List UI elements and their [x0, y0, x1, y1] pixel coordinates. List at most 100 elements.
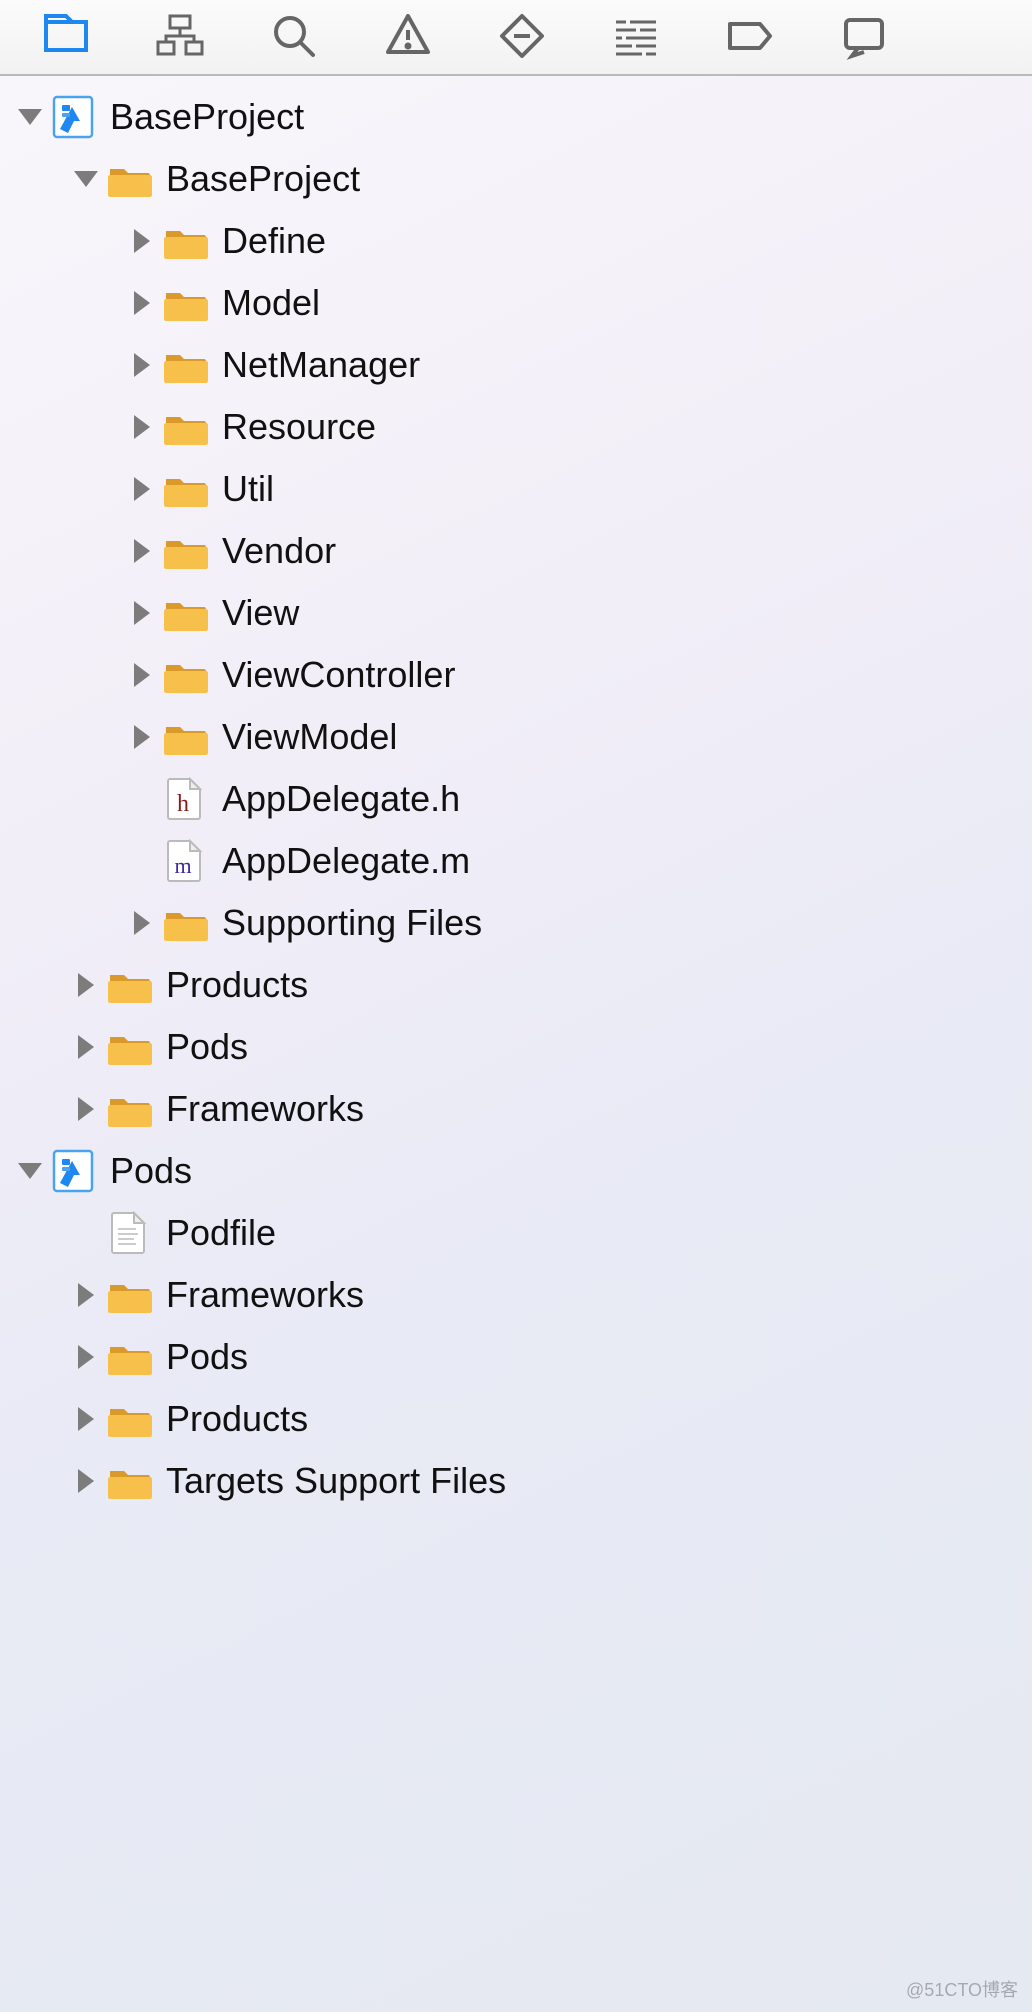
tree-item-label: Vendor [222, 530, 336, 572]
folder-icon [108, 1087, 152, 1131]
tree-item-label: Pods [166, 1336, 248, 1378]
tree-item-label: Targets Support Files [166, 1460, 506, 1502]
find-navigator-icon[interactable] [270, 12, 318, 60]
folder-icon [164, 715, 208, 759]
text-file-icon [108, 1211, 152, 1255]
tree-row[interactable]: AppDelegate.m [0, 830, 1032, 892]
folder-icon [164, 343, 208, 387]
disclosure-arrow-right-icon[interactable] [68, 967, 104, 1003]
tree-item-label: Supporting Files [222, 902, 482, 944]
disclosure-arrow-right-icon[interactable] [68, 1029, 104, 1065]
folder-icon [108, 1025, 152, 1069]
tree-item-label: NetManager [222, 344, 420, 386]
tree-item-label: Frameworks [166, 1274, 364, 1316]
tree-row[interactable]: Products [0, 954, 1032, 1016]
tree-row[interactable]: Pods [0, 1016, 1032, 1078]
folder-icon [164, 901, 208, 945]
disclosure-arrow-right-icon[interactable] [124, 905, 160, 941]
disclosure-arrow-right-icon[interactable] [124, 223, 160, 259]
tree-row[interactable]: Frameworks [0, 1264, 1032, 1326]
navigator-toolbar [0, 0, 1032, 76]
project-navigator-tree: BaseProject BaseProject Define Model NetMana… [0, 76, 1032, 1512]
tree-row[interactable]: ViewModel [0, 706, 1032, 768]
tree-row[interactable]: Model [0, 272, 1032, 334]
tree-item-label: Define [222, 220, 326, 262]
disclosure-arrow-right-icon[interactable] [68, 1277, 104, 1313]
tree-item-label: Pods [166, 1026, 248, 1068]
disclosure-arrow-right-icon[interactable] [68, 1463, 104, 1499]
m-file-icon [164, 839, 208, 883]
disclosure-arrow-right-icon[interactable] [124, 347, 160, 383]
xcodeproj-icon [52, 95, 96, 139]
tree-item-label: Model [222, 282, 320, 324]
tree-item-label: AppDelegate.h [222, 778, 460, 820]
folder-icon [164, 219, 208, 263]
tree-row[interactable]: Targets Support Files [0, 1450, 1032, 1512]
folder-icon [164, 529, 208, 573]
folder-icon [108, 1459, 152, 1503]
tree-item-label: ViewController [222, 654, 455, 696]
tree-item-label: Frameworks [166, 1088, 364, 1130]
tree-row[interactable]: Util [0, 458, 1032, 520]
disclosure-arrow-down-icon[interactable] [12, 99, 48, 135]
watermark-text: @51CTO博客 [906, 1976, 1018, 2002]
report-navigator-icon[interactable] [840, 12, 888, 60]
disclosure-arrow-right-icon[interactable] [124, 471, 160, 507]
disclosure-arrow-right-icon[interactable] [68, 1339, 104, 1375]
tree-row[interactable]: Pods [0, 1326, 1032, 1388]
folder-icon [108, 1335, 152, 1379]
tree-row[interactable]: Pods [0, 1140, 1032, 1202]
disclosure-arrow-down-icon[interactable] [12, 1153, 48, 1189]
project-navigator-icon[interactable] [42, 12, 90, 60]
folder-icon [164, 653, 208, 697]
tree-row[interactable]: View [0, 582, 1032, 644]
tree-item-label: BaseProject [110, 96, 304, 138]
disclosure-arrow-right-icon[interactable] [124, 595, 160, 631]
tree-row[interactable]: Podfile [0, 1202, 1032, 1264]
tree-item-label: ViewModel [222, 716, 397, 758]
breakpoint-navigator-icon[interactable] [726, 12, 774, 60]
folder-icon [164, 405, 208, 449]
tree-row[interactable]: Vendor [0, 520, 1032, 582]
tree-row[interactable]: BaseProject [0, 86, 1032, 148]
disclosure-arrow-right-icon[interactable] [124, 719, 160, 755]
source-control-navigator-icon[interactable] [156, 12, 204, 60]
tree-row[interactable]: BaseProject [0, 148, 1032, 210]
tree-item-label: Products [166, 964, 308, 1006]
debug-navigator-icon[interactable] [612, 12, 660, 60]
tree-item-label: Util [222, 468, 274, 510]
tree-row[interactable]: Products [0, 1388, 1032, 1450]
h-file-icon [164, 777, 208, 821]
disclosure-arrow-right-icon[interactable] [124, 533, 160, 569]
tree-item-label: BaseProject [166, 158, 360, 200]
tree-row[interactable]: Supporting Files [0, 892, 1032, 954]
disclosure-arrow-right-icon[interactable] [124, 285, 160, 321]
folder-icon [108, 963, 152, 1007]
folder-icon [108, 157, 152, 201]
tree-row[interactable]: NetManager [0, 334, 1032, 396]
tree-row[interactable]: ViewController [0, 644, 1032, 706]
tree-row[interactable]: Frameworks [0, 1078, 1032, 1140]
tree-item-label: Products [166, 1398, 308, 1440]
tree-item-label: Podfile [166, 1212, 276, 1254]
disclosure-arrow-right-icon[interactable] [68, 1091, 104, 1127]
disclosure-arrow-right-icon[interactable] [68, 1401, 104, 1437]
folder-icon [164, 281, 208, 325]
tree-item-label: AppDelegate.m [222, 840, 470, 882]
folder-icon [164, 591, 208, 635]
issue-navigator-icon[interactable] [384, 12, 432, 60]
folder-icon [164, 467, 208, 511]
tree-item-label: Resource [222, 406, 376, 448]
folder-icon [108, 1273, 152, 1317]
test-navigator-icon[interactable] [498, 12, 546, 60]
tree-item-label: View [222, 592, 299, 634]
disclosure-arrow-down-icon[interactable] [68, 161, 104, 197]
xcodeproj-icon [52, 1149, 96, 1193]
folder-icon [108, 1397, 152, 1441]
tree-row[interactable]: Resource [0, 396, 1032, 458]
disclosure-arrow-right-icon[interactable] [124, 657, 160, 693]
disclosure-arrow-right-icon[interactable] [124, 409, 160, 445]
tree-row[interactable]: AppDelegate.h [0, 768, 1032, 830]
tree-row[interactable]: Define [0, 210, 1032, 272]
tree-item-label: Pods [110, 1150, 192, 1192]
